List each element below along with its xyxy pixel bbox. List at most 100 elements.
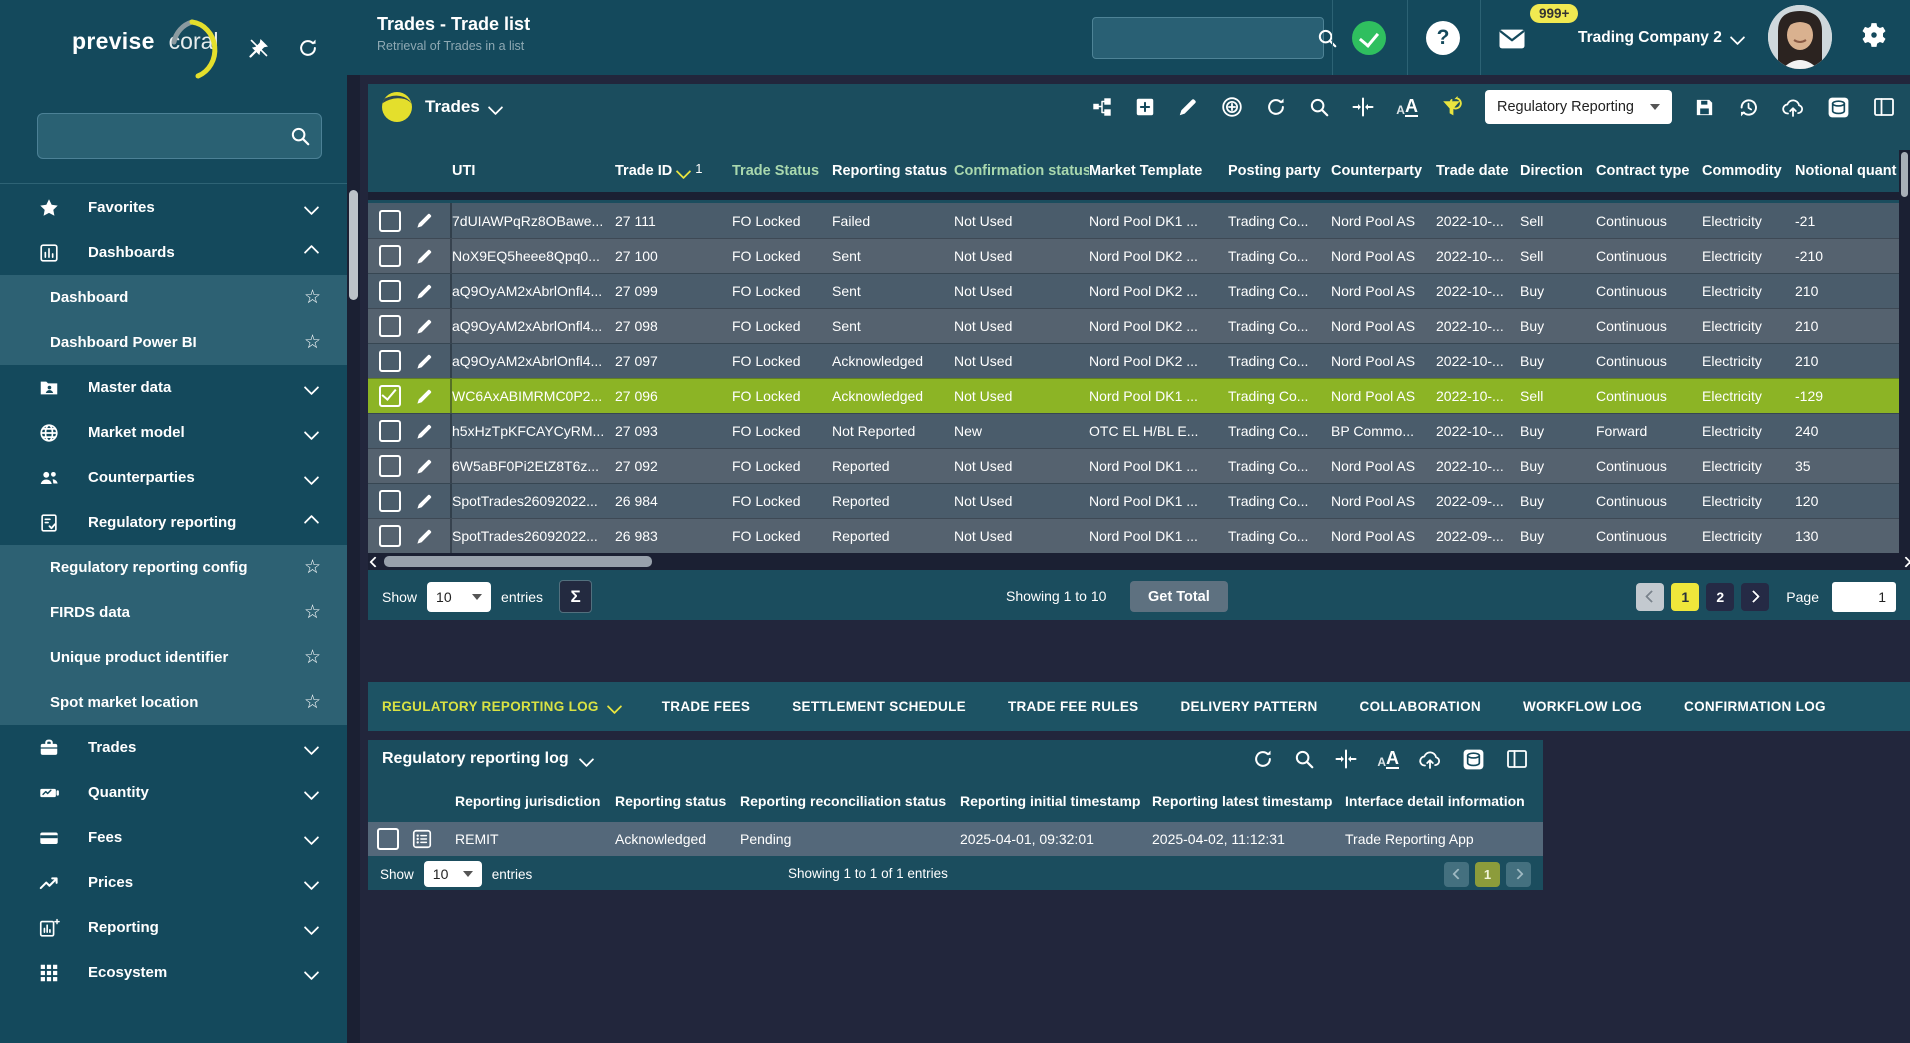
column-header-uti[interactable]: UTI — [452, 163, 615, 179]
help-icon[interactable]: ? — [1426, 21, 1460, 55]
refresh-sidebar-icon[interactable] — [297, 36, 319, 60]
tab-confirmation-log[interactable]: CONFIRMATION LOG — [1684, 699, 1826, 714]
view-dropdown[interactable]: Regulatory Reporting — [1485, 90, 1672, 124]
column-header-reporting-status[interactable]: Reporting status — [832, 163, 954, 179]
row-checkbox[interactable] — [379, 455, 401, 477]
column-header-trade-status[interactable]: Trade Status — [732, 163, 832, 179]
get-total-button[interactable]: Get Total — [1130, 581, 1228, 612]
favorite-star-icon[interactable]: ☆ — [304, 556, 321, 579]
row-checkbox[interactable] — [379, 385, 401, 407]
edit-row-icon[interactable] — [415, 247, 434, 266]
sum-sigma-button[interactable]: Σ — [559, 580, 592, 613]
table-row[interactable]: aQ9OyAM2xAbrlOnfl4...27 097FO LockedAckn… — [368, 343, 1910, 378]
column-header-reporting-status[interactable]: Reporting status — [615, 793, 740, 809]
history-icon[interactable] — [1737, 96, 1760, 119]
chevron-down-icon[interactable] — [488, 99, 504, 115]
upload-icon[interactable] — [1781, 95, 1805, 119]
favorite-star-icon[interactable]: ☆ — [304, 331, 321, 354]
column-header-reporting-reconciliation-status[interactable]: Reporting reconciliation status — [740, 793, 960, 809]
sidebar-item-counterparties[interactable]: Counterparties — [0, 455, 347, 500]
page-number-input[interactable] — [1832, 582, 1896, 612]
sidebar-item-quantity[interactable]: Quantity — [0, 770, 347, 815]
chevron-down-icon[interactable] — [578, 751, 594, 767]
page-size-select[interactable]: 10 — [427, 582, 491, 612]
upload-icon[interactable] — [1418, 747, 1442, 771]
search-icon[interactable] — [1308, 96, 1330, 118]
horizontal-scrollbar[interactable] — [368, 553, 1910, 570]
fit-columns-icon[interactable] — [1334, 747, 1358, 771]
tab-regulatory-reporting-log[interactable]: REGULATORY REPORTING LOG — [382, 699, 620, 714]
scroll-right-icon[interactable] — [1896, 558, 1910, 566]
row-checkbox[interactable] — [379, 315, 401, 337]
table-row[interactable]: WC6AxABIMRMC0P2...27 096FO LockedAcknowl… — [368, 378, 1910, 413]
sidebar-item-prices[interactable]: Prices — [0, 860, 347, 905]
row-checkbox[interactable] — [379, 420, 401, 442]
sidebar-item-firds-data[interactable]: FIRDS data☆ — [0, 590, 347, 635]
favorite-star-icon[interactable]: ☆ — [304, 646, 321, 669]
edit-row-icon[interactable] — [415, 492, 434, 511]
column-header-contract-type[interactable]: Contract type — [1596, 163, 1702, 179]
edit-row-icon[interactable] — [415, 352, 434, 371]
export-icon[interactable] — [1461, 747, 1486, 772]
column-header-posting-party[interactable]: Posting party — [1228, 163, 1331, 179]
sidebar-item-master-data[interactable]: Master data — [0, 365, 347, 410]
user-avatar[interactable] — [1768, 5, 1832, 69]
prev-page-button[interactable] — [1636, 583, 1664, 611]
sidebar-item-regulatory-reporting-config[interactable]: Regulatory reporting config☆ — [0, 545, 347, 590]
column-header-confirmation-status[interactable]: Confirmation status — [954, 163, 1089, 179]
settings-gear-icon[interactable] — [1859, 20, 1889, 50]
save-icon[interactable] — [1693, 96, 1716, 119]
page-size-select[interactable]: 10 — [424, 861, 482, 887]
add-circle-icon[interactable] — [1220, 95, 1244, 119]
horizontal-scrollbar-thumb[interactable] — [384, 556, 652, 567]
sidebar-item-spot-market-location[interactable]: Spot market location☆ — [0, 680, 347, 725]
table-row[interactable]: h5xHzTpKFCAYCyRM...27 093FO LockedNot Re… — [368, 413, 1910, 448]
sidebar-item-regulatory-reporting[interactable]: Regulatory reporting — [0, 500, 347, 545]
scroll-left-icon[interactable] — [368, 558, 382, 566]
row-checkbox[interactable] — [379, 490, 401, 512]
table-row[interactable]: aQ9OyAM2xAbrlOnfl4...27 099FO LockedSent… — [368, 273, 1910, 308]
sidebar-item-dashboard-power-bi[interactable]: Dashboard Power BI☆ — [0, 320, 347, 365]
edit-row-icon[interactable] — [415, 527, 434, 546]
row-checkbox[interactable] — [379, 525, 401, 547]
row-checkbox[interactable] — [379, 280, 401, 302]
search-icon[interactable] — [289, 125, 311, 147]
columns-icon[interactable] — [1505, 747, 1529, 771]
favorite-star-icon[interactable]: ☆ — [304, 691, 321, 714]
edit-row-icon[interactable] — [415, 387, 434, 406]
table-row[interactable]: SpotTrades26092022...26 984FO LockedRepo… — [368, 483, 1910, 518]
sidebar-item-dashboard[interactable]: Dashboard☆ — [0, 275, 347, 320]
next-page-button[interactable] — [1741, 583, 1769, 611]
sidebar-scrollbar-thumb[interactable] — [349, 190, 358, 300]
unpin-icon[interactable] — [247, 36, 271, 60]
clear-filter-icon[interactable] — [1439, 95, 1464, 120]
export-icon[interactable] — [1826, 95, 1851, 120]
add-icon[interactable] — [1134, 96, 1156, 118]
refresh-icon[interactable] — [1252, 748, 1274, 770]
system-status-check-icon[interactable] — [1352, 21, 1386, 55]
column-header-counterparty[interactable]: Counterparty — [1331, 163, 1436, 179]
sidebar-item-market-model[interactable]: Market model — [0, 410, 347, 455]
column-header-interface-detail-information[interactable]: Interface detail information — [1345, 793, 1543, 809]
vertical-scrollbar-thumb[interactable] — [1901, 152, 1908, 197]
table-row[interactable]: 7dUIAWPqRz8OBawe...27 111FO LockedFailed… — [368, 203, 1910, 238]
refresh-icon[interactable] — [1265, 96, 1287, 118]
vertical-scrollbar[interactable] — [1899, 150, 1910, 553]
edit-row-icon[interactable] — [415, 457, 434, 476]
page-button-1[interactable]: 1 — [1475, 862, 1500, 887]
tab-collaboration[interactable]: COLLABORATION — [1360, 699, 1481, 714]
fit-columns-icon[interactable] — [1351, 95, 1375, 119]
sidebar-item-unique-product-identifier[interactable]: Unique product identifier☆ — [0, 635, 347, 680]
font-size-icon[interactable]: AA — [1377, 749, 1399, 769]
next-page-button[interactable] — [1506, 862, 1531, 887]
favorite-star-icon[interactable]: ☆ — [304, 601, 321, 624]
search-icon[interactable] — [1316, 27, 1338, 49]
column-header-market-template[interactable]: Market Template — [1089, 163, 1228, 179]
edit-row-icon[interactable] — [415, 422, 434, 441]
tab-settlement-schedule[interactable]: SETTLEMENT SCHEDULE — [792, 699, 966, 714]
column-header-reporting-initial-timestamp[interactable]: Reporting initial timestamp — [960, 793, 1152, 809]
sidebar-search-input[interactable] — [38, 128, 289, 145]
table-row[interactable]: 6W5aBF0Pi2EtZ8T6z...27 092FO LockedRepor… — [368, 448, 1910, 483]
column-header-commodity[interactable]: Commodity — [1702, 163, 1795, 179]
page-button-2[interactable]: 2 — [1706, 583, 1734, 611]
